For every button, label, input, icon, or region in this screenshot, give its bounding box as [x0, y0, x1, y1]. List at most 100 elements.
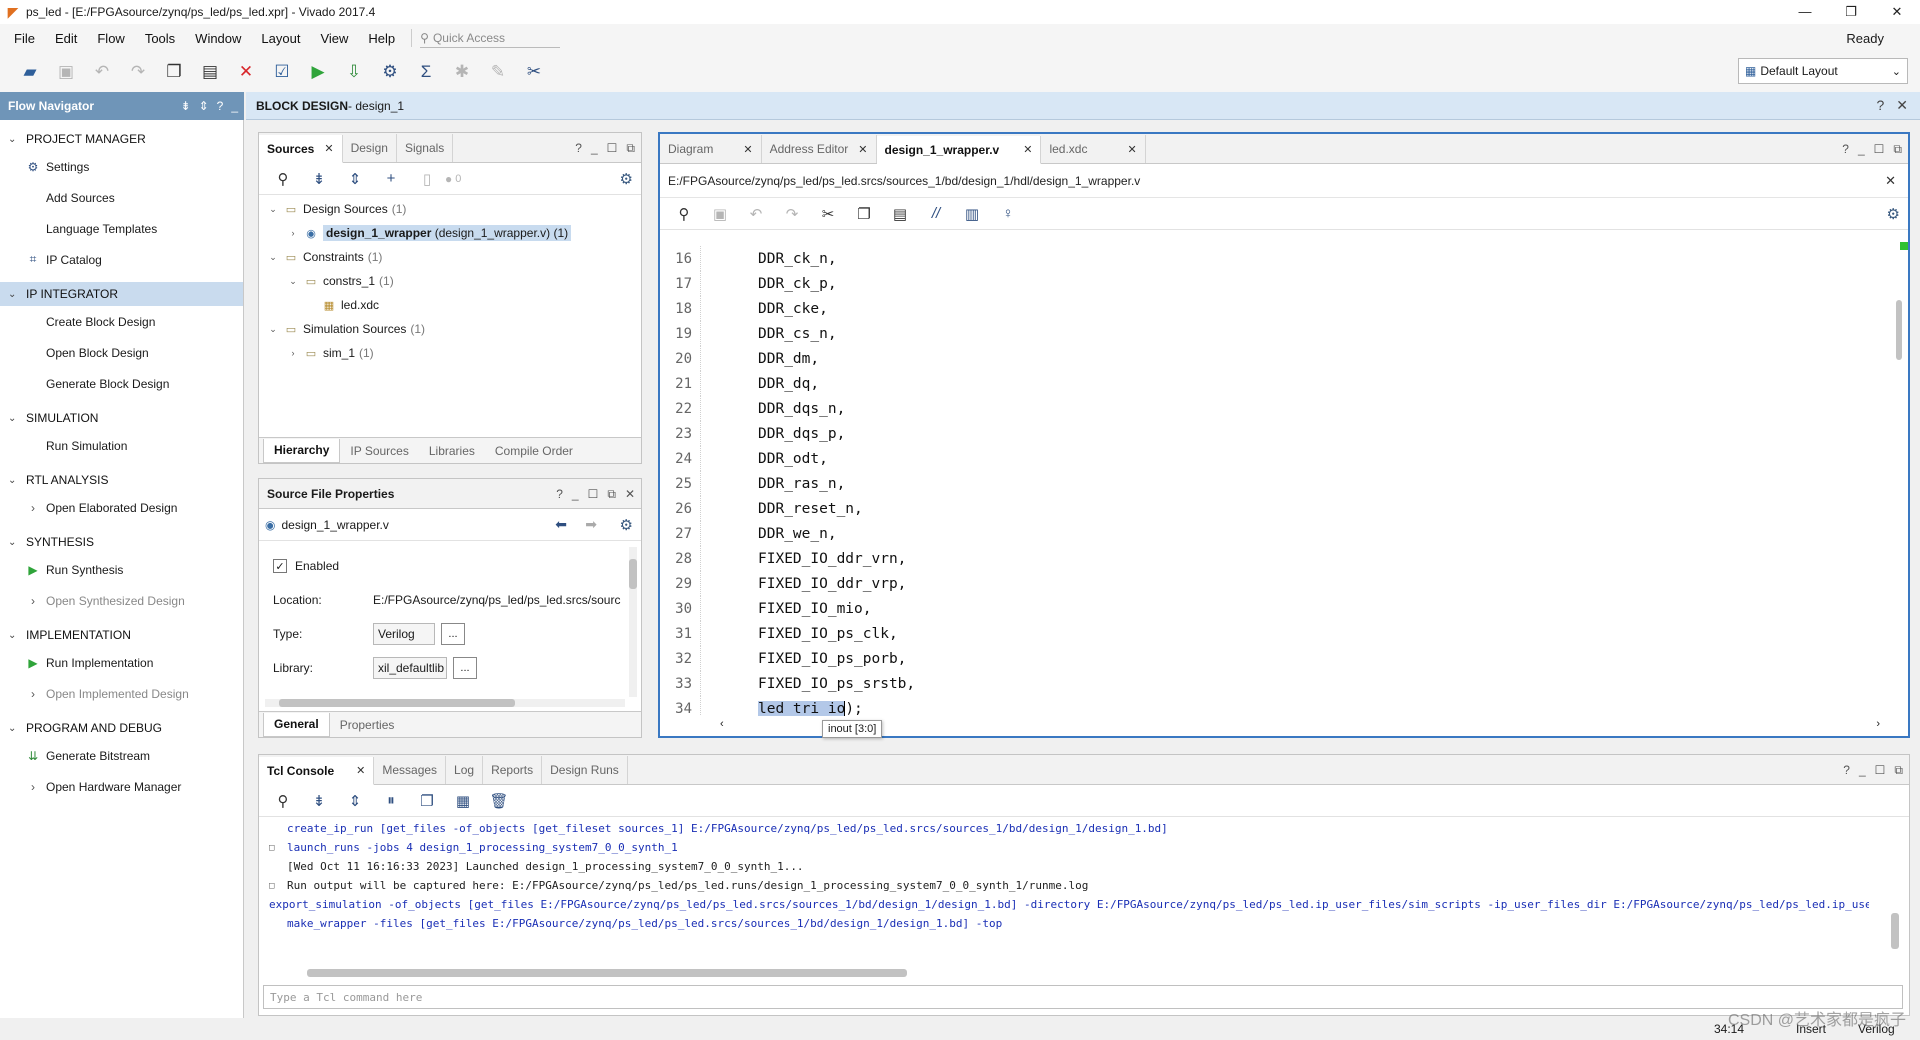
- collapse-all-icon[interactable]: ⇟: [181, 99, 191, 113]
- chevron-down-icon[interactable]: ⌄: [8, 723, 20, 734]
- expand-all-icon[interactable]: ⇕: [199, 99, 209, 113]
- chevron-down-icon[interactable]: ⌄: [8, 134, 20, 145]
- nav-item[interactable]: ⌗ IP Catalog: [0, 244, 243, 275]
- help-icon[interactable]: ?: [1842, 142, 1849, 157]
- close-button[interactable]: ✕: [1874, 0, 1920, 24]
- tab-ip-sources[interactable]: IP Sources: [340, 438, 418, 464]
- tree-sim-sources[interactable]: ⌄ ▭ Simulation Sources (1): [259, 317, 641, 341]
- tab-design-wrapper[interactable]: design_1_wrapper.v ✕: [876, 136, 1042, 164]
- undo-icon[interactable]: ↶: [738, 202, 774, 226]
- delete-icon[interactable]: ✕: [228, 58, 264, 86]
- close-tab-icon[interactable]: ✕: [356, 764, 365, 777]
- minimize-icon[interactable]: _: [1858, 142, 1865, 157]
- save-icon[interactable]: ▣: [702, 202, 738, 226]
- collapse-all-icon[interactable]: ⇟: [301, 789, 337, 813]
- tab-signals[interactable]: Signals: [397, 134, 454, 162]
- sigma-icon[interactable]: Σ: [408, 58, 444, 86]
- nav-item[interactable]: Add Sources: [0, 182, 243, 213]
- tab-properties[interactable]: Properties: [330, 712, 405, 738]
- nav-section-header[interactable]: ⌄ RTL ANALYSIS: [0, 468, 243, 492]
- table-icon[interactable]: ▦: [445, 789, 481, 813]
- comment-icon[interactable]: //: [918, 202, 954, 226]
- forward-arrow-icon[interactable]: ➡: [585, 516, 597, 533]
- nav-item[interactable]: ⇊ Generate Bitstream: [0, 740, 243, 771]
- copy-icon[interactable]: ❐: [409, 789, 445, 813]
- menu-view[interactable]: View: [310, 31, 358, 46]
- redo-icon[interactable]: ↷: [120, 58, 156, 86]
- minimize-icon[interactable]: _: [591, 141, 598, 156]
- layout-select[interactable]: ▦ Default Layout ⌄: [1738, 58, 1908, 84]
- tab-reports[interactable]: Reports: [483, 756, 543, 784]
- paste-icon[interactable]: ▤: [882, 202, 918, 226]
- close-icon[interactable]: ✕: [1896, 97, 1908, 114]
- chevron-right-icon[interactable]: ›: [287, 348, 299, 358]
- nav-item[interactable]: › Open Implemented Design: [0, 678, 243, 709]
- validate-icon[interactable]: ☑: [264, 58, 300, 86]
- tab-libraries[interactable]: Libraries: [419, 438, 485, 464]
- editor-vscroll[interactable]: [1894, 248, 1904, 714]
- search-icon[interactable]: ⚲: [666, 202, 702, 226]
- pause-icon[interactable]: ⏸: [373, 789, 409, 813]
- tab-general[interactable]: General: [263, 712, 330, 737]
- menu-tools[interactable]: Tools: [135, 31, 185, 46]
- maximize-icon[interactable]: ☐: [1874, 142, 1885, 157]
- close-icon[interactable]: ✕: [625, 487, 635, 502]
- fold-icon[interactable]: □: [269, 881, 287, 891]
- menu-edit[interactable]: Edit: [45, 31, 87, 46]
- nav-section-header[interactable]: ⌄ SIMULATION: [0, 406, 243, 430]
- nav-item[interactable]: Create Block Design: [0, 306, 243, 337]
- tab-led-xdc[interactable]: led.xdc ✕: [1041, 135, 1146, 163]
- tree-wrapper[interactable]: › ◉ design_1_wrapper (design_1_wrapper.v) …: [259, 221, 641, 245]
- maximize-icon[interactable]: ☐: [607, 141, 618, 156]
- tab-design[interactable]: Design: [343, 134, 397, 162]
- tab-address-editor[interactable]: Address Editor ✕: [762, 135, 877, 163]
- tree-constrs[interactable]: ⌄ ▭ constrs_1 (1): [259, 269, 641, 293]
- quick-access-input[interactable]: ⚲ Quick Access: [420, 28, 561, 48]
- close-tab-icon[interactable]: ✕: [1023, 143, 1032, 156]
- menu-help[interactable]: Help: [358, 31, 405, 46]
- chevron-down-icon[interactable]: ⌄: [8, 289, 20, 300]
- library-browse-button[interactable]: ...: [453, 657, 477, 679]
- search-icon[interactable]: ⚲: [265, 167, 301, 191]
- chevron-down-icon[interactable]: ⌄: [287, 276, 299, 287]
- expand-all-icon[interactable]: ⇕: [337, 789, 373, 813]
- nav-section-header[interactable]: ⌄ PROGRAM AND DEBUG: [0, 716, 243, 740]
- menu-window[interactable]: Window: [185, 31, 251, 46]
- collapse-all-icon[interactable]: ⇟: [301, 167, 337, 191]
- nav-item[interactable]: › Open Hardware Manager: [0, 771, 243, 802]
- lightbulb-icon[interactable]: ♀: [990, 202, 1026, 226]
- console-hscroll[interactable]: [295, 969, 1885, 977]
- paste-icon[interactable]: ▤: [192, 58, 228, 86]
- chevron-down-icon[interactable]: ⌄: [8, 475, 20, 486]
- undo-icon[interactable]: ↶: [84, 58, 120, 86]
- properties-icon[interactable]: ▯: [409, 167, 445, 191]
- help-icon[interactable]: ?: [575, 141, 582, 156]
- clear-icon[interactable]: 🗑: [481, 789, 517, 813]
- menu-file[interactable]: File: [0, 31, 45, 46]
- redo-icon[interactable]: ↷: [774, 202, 810, 226]
- enabled-checkbox[interactable]: ✓: [273, 559, 287, 573]
- open-project-icon[interactable]: ▰: [12, 58, 48, 86]
- tab-design-runs[interactable]: Design Runs: [542, 756, 628, 784]
- editor-hscroll[interactable]: ‹ ›: [720, 718, 1880, 732]
- nav-section-header[interactable]: ⌄ IMPLEMENTATION: [0, 623, 243, 647]
- minimize-icon[interactable]: _: [572, 487, 579, 502]
- copy-icon[interactable]: ❐: [156, 58, 192, 86]
- minimize-icon[interactable]: _: [1859, 763, 1866, 778]
- nav-item[interactable]: ▶ Run Synthesis: [0, 554, 243, 585]
- help-icon[interactable]: ?: [217, 99, 224, 113]
- chevron-right-icon[interactable]: ›: [287, 228, 299, 238]
- nav-item[interactable]: › Open Synthesized Design: [0, 585, 243, 616]
- expand-all-icon[interactable]: ⇕: [337, 167, 373, 191]
- cut-icon[interactable]: ✂: [810, 202, 846, 226]
- menu-flow[interactable]: Flow: [87, 31, 134, 46]
- settings-icon[interactable]: ⚙: [372, 58, 408, 86]
- help-icon[interactable]: ?: [1876, 97, 1884, 114]
- float-icon[interactable]: ⧉: [607, 487, 616, 502]
- column-icon[interactable]: ▥: [954, 202, 990, 226]
- tab-sources[interactable]: Sources ✕: [259, 135, 343, 163]
- tree-design-sources[interactable]: ⌄ ▭ Design Sources (1): [259, 197, 641, 221]
- nav-item[interactable]: ▶ Run Implementation: [0, 647, 243, 678]
- chevron-down-icon[interactable]: ⌄: [267, 324, 279, 335]
- chevron-down-icon[interactable]: ⌄: [8, 537, 20, 548]
